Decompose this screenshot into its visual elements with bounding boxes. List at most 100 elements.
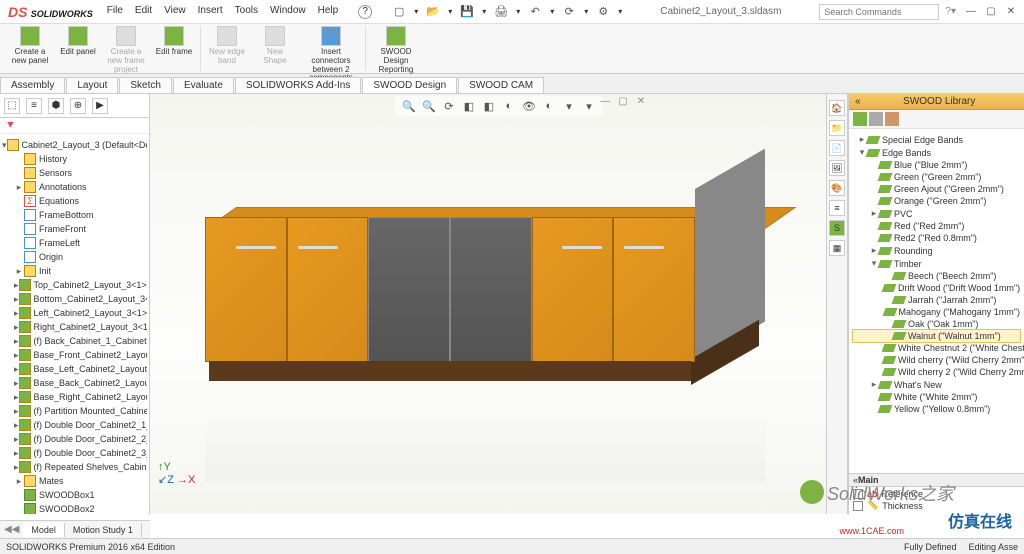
model-tab[interactable]: Model [23,523,65,537]
tree-root[interactable]: ▾Cabinet2_Layout_3 (Default<Default_Disp… [2,138,147,152]
tab-assembly[interactable]: Assembly [0,77,65,93]
tree-node[interactable]: ▸Left_Cabinet2_Layout_3<1> (Default< [2,306,147,320]
thickness-checkbox[interactable] [853,501,863,511]
library-node[interactable]: Red2 ("Red 0.8mm") [853,232,1020,244]
close-button[interactable]: ✕ [1004,6,1018,17]
open-icon[interactable]: 📂 [426,5,440,19]
library-node[interactable]: ▸What's New [853,378,1020,391]
zoom-area-icon[interactable] [421,98,437,114]
tree-node[interactable]: ▸Right_Cabinet2_Layout_3<1> (Default [2,320,147,334]
menu-help[interactable]: Help [318,5,339,19]
library-node[interactable]: Drift Wood ("Drift Wood 1mm") [853,282,1020,294]
edit-frame-button[interactable]: Edit frame [154,26,194,74]
tab-addins[interactable]: SOLIDWORKS Add-Ins [235,77,361,93]
menu-view[interactable]: View [164,5,186,19]
tree-node[interactable]: ▸Base_Right_Cabinet2_Layout_3<1> (D [2,390,147,404]
edit-appearance-icon[interactable] [541,98,557,114]
library-node[interactable]: Blue ("Blue 2mm") [853,159,1020,171]
insert-connectors-button[interactable]: Insert connectors between 2 components [303,26,359,83]
menu-tools[interactable]: Tools [235,5,258,19]
tab-sketch[interactable]: Sketch [119,77,172,93]
library-node[interactable]: Orange ("Green 2mm") [853,195,1020,207]
home-tab-icon[interactable]: 🏠 [829,100,845,116]
library-node[interactable]: ▸Special Edge Bands [853,133,1020,146]
menu-insert[interactable]: Insert [198,5,223,19]
tree-node[interactable]: ▸(f) Double Door_Cabinet2_1_Cabinet2 [2,418,147,432]
property-manager-tab-icon[interactable]: ≡ [26,98,42,114]
zoom-fit-icon[interactable] [401,98,417,114]
lib-tab2-icon[interactable] [869,112,883,126]
create-panel-button[interactable]: Create a new panel [10,26,50,74]
feature-tree[interactable]: ▾Cabinet2_Layout_3 (Default<Default_Disp… [0,134,149,514]
tree-node[interactable]: Sensors [2,166,147,180]
view-orientation-icon[interactable] [481,98,497,114]
tree-node[interactable]: FrameFront [2,222,147,236]
search-help-icon[interactable]: ?▾ [945,6,956,17]
view-palette-tab-icon[interactable]: 🖼 [829,160,845,176]
library-node[interactable]: Oak ("Oak 1mm") [853,318,1020,330]
create-frame-button[interactable]: Create a new frame project [106,26,146,74]
lib-materials-tab-icon[interactable] [853,112,867,126]
tree-node[interactable]: ΣEquations [2,194,147,208]
hide-show-icon[interactable] [521,98,537,114]
print-icon[interactable]: 🖨 [494,5,508,19]
display-manager-tab-icon[interactable]: ▶ [92,98,108,114]
tab-layout[interactable]: Layout [66,77,118,93]
cabinet-model[interactable] [205,189,765,399]
library-node[interactable]: Green Ajout ("Green 2mm") [853,183,1020,195]
library-node[interactable]: Jarrah ("Jarrah 2mm") [853,294,1020,306]
feature-tree-tab-icon[interactable]: ⬚ [4,98,20,114]
tree-node[interactable]: FrameBottom [2,208,147,222]
tree-node[interactable]: ▸Base_Back_Cabinet2_Layout_3<1> (De [2,376,147,390]
config-manager-tab-icon[interactable]: ⬢ [48,98,64,114]
tree-node[interactable]: ▸(f) Double Door_Cabinet2_2_Cabinet2 [2,432,147,446]
reference-checkbox[interactable] [853,489,863,499]
edit-panel-button[interactable]: Edit panel [58,26,98,74]
library-node[interactable]: Green ("Green 2mm") [853,171,1020,183]
vp-restore-icon[interactable]: ▢ [616,96,630,107]
view-settings-icon[interactable] [581,98,597,114]
undo-icon[interactable]: ↶ [528,5,542,19]
tree-node[interactable]: ▸Mates [2,474,147,488]
tab-swood-cam[interactable]: SWOOD CAM [458,77,544,93]
display-style-icon[interactable] [501,98,517,114]
swood-tab-icon[interactable]: S [829,220,845,236]
library-node[interactable]: Wild cherry 2 ("Wild Cherry 2mm") [853,366,1020,378]
library-node[interactable]: Mahogany ("Mahogany 1mm") [853,306,1020,318]
library-node[interactable]: Yellow ("Yellow 0.8mm") [853,403,1020,415]
tab-evaluate[interactable]: Evaluate [173,77,234,93]
tree-node[interactable]: ▸(f) Back_Cabinet_1_Cabinet2_Layout_3 [2,334,147,348]
help-icon[interactable]: ? [358,5,372,19]
tree-node[interactable]: ▸(f) Partition Mounted_Cabinet2_1_Cab [2,404,147,418]
tree-node[interactable]: ▸Top_Cabinet2_Layout_3<1> (Default< [2,278,147,292]
new-edge-band-button[interactable]: New edge band [207,26,247,83]
graphics-viewport[interactable]: — ▢ ✕ ↑Y ↙Z →X [150,94,848,514]
tab-swood-design[interactable]: SWOOD Design [362,77,457,93]
library-node[interactable]: White Chestnut 2 ("White Chestnut 2mm") [853,342,1020,354]
vp-close-icon[interactable]: ✕ [634,96,648,107]
library-tree[interactable]: ▸Special Edge Bands▾Edge BandsBlue ("Blu… [849,129,1024,473]
library-node[interactable]: Red ("Red 2mm") [853,220,1020,232]
new-shape-button[interactable]: New Shape [255,26,295,83]
apply-scene-icon[interactable] [561,98,577,114]
new-icon[interactable]: ▢ [392,5,406,19]
library-node[interactable]: ▸PVC [853,207,1020,220]
tree-node[interactable]: ▸Base_Left_Cabinet2_Layout_3<1> (Def [2,362,147,376]
orientation-triad[interactable]: ↑Y ↙Z →X [158,461,195,486]
file-explorer-tab-icon[interactable]: 📄 [829,140,845,156]
menu-edit[interactable]: Edit [135,5,152,19]
menu-window[interactable]: Window [270,5,306,19]
lib-tab3-icon[interactable] [885,112,899,126]
motion-study-tab[interactable]: Motion Study 1 [65,523,142,537]
library-node[interactable]: Beech ("Beech 2mm") [853,270,1020,282]
tree-node[interactable]: ▸(f) Repeated Shelves_Cabinet2_Layout [2,460,147,474]
minimize-button[interactable]: — [964,6,978,17]
tab-nav-prev-icon[interactable]: ◀◀ [0,524,23,535]
library-node[interactable]: White ("White 2mm") [853,391,1020,403]
custom-props-tab-icon[interactable]: ≡ [829,200,845,216]
rebuild-icon[interactable]: ⟳ [562,5,576,19]
dimxpert-tab-icon[interactable]: ⊕ [70,98,86,114]
appearances-tab-icon[interactable]: 🎨 [829,180,845,196]
tree-node[interactable]: ▸(f) Double Door_Cabinet2_3_Cabinet2 [2,446,147,460]
section-view-icon[interactable] [461,98,477,114]
